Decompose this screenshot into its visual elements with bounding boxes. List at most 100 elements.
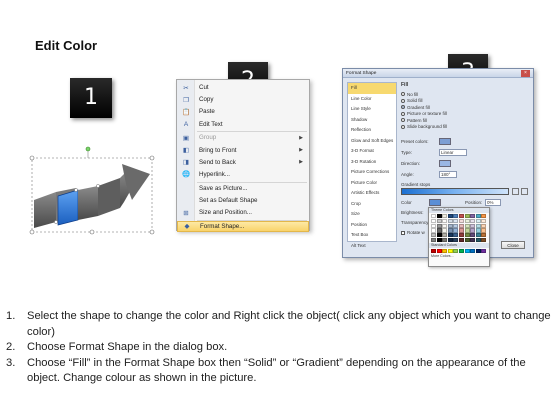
color-swatch[interactable] <box>470 228 476 233</box>
color-swatch[interactable] <box>464 249 470 254</box>
radio-icon[interactable] <box>401 98 405 103</box>
context-menu-item[interactable]: ✂ Cut <box>177 82 309 93</box>
dialog-category-item[interactable]: Size <box>348 209 396 220</box>
color-swatch[interactable] <box>447 237 453 243</box>
context-menu-item[interactable]: ❐ Copy <box>177 94 309 105</box>
color-swatch[interactable] <box>436 223 442 228</box>
direction-button[interactable] <box>439 160 451 167</box>
radio-icon[interactable] <box>401 118 405 123</box>
context-menu-item[interactable]: ▣ Group ▶ <box>177 132 309 143</box>
dialog-category-item[interactable]: Picture Corrections <box>348 167 396 178</box>
color-swatch[interactable] <box>464 233 470 238</box>
color-swatch[interactable] <box>470 233 476 238</box>
add-stop-icon[interactable] <box>512 188 519 195</box>
context-menu-item[interactable]: 📋 Paste <box>177 106 309 117</box>
more-colors-link[interactable]: More Colors... <box>429 254 489 258</box>
color-swatch[interactable] <box>447 218 453 223</box>
theme-colors-grid[interactable] <box>429 213 489 243</box>
color-swatch[interactable] <box>453 218 459 223</box>
color-swatch[interactable] <box>442 218 448 223</box>
context-menu-item[interactable]: A Edit Text <box>177 119 309 130</box>
color-swatch[interactable] <box>481 228 487 233</box>
color-swatch[interactable] <box>431 218 436 223</box>
position-input[interactable]: 0% <box>485 199 501 206</box>
context-menu-item[interactable]: 🌐 Hyperlink... <box>177 169 309 180</box>
color-swatch[interactable] <box>481 223 487 228</box>
color-swatch[interactable] <box>436 237 442 243</box>
color-swatch[interactable] <box>475 214 481 219</box>
dialog-category-item[interactable]: Text Box <box>348 230 396 241</box>
color-swatch[interactable] <box>458 237 464 243</box>
color-swatch[interactable] <box>458 228 464 233</box>
color-swatch[interactable] <box>464 223 470 228</box>
rotate-checkbox[interactable] <box>401 230 405 235</box>
dialog-category-item[interactable]: 3-D Format <box>348 146 396 157</box>
color-swatch[interactable] <box>431 249 436 254</box>
dialog-category-item[interactable]: Glow and Soft Edges <box>348 136 396 147</box>
context-menu-item[interactable]: ⊞ Size and Position... <box>177 207 309 218</box>
color-swatch[interactable] <box>475 237 481 243</box>
dialog-category-item[interactable]: Shadow <box>348 115 396 126</box>
color-swatch[interactable] <box>475 249 481 254</box>
dialog-category-item[interactable]: Fill <box>348 83 396 94</box>
dialog-category-item[interactable]: Crop <box>348 199 396 210</box>
color-swatch[interactable] <box>447 223 453 228</box>
segmented-arrow-icon[interactable] <box>20 140 170 240</box>
color-swatch[interactable] <box>453 249 459 254</box>
radio-icon[interactable] <box>401 105 405 110</box>
dialog-category-item[interactable]: Line Color <box>348 94 396 105</box>
dialog-category-list[interactable]: Fill Line Color Line Style Shadow Reflection… <box>347 82 397 248</box>
radio-icon[interactable] <box>401 92 405 97</box>
color-swatch[interactable] <box>458 218 464 223</box>
context-menu-item[interactable]: Save as Picture... <box>177 183 309 194</box>
color-swatch[interactable] <box>464 214 470 219</box>
color-swatch[interactable] <box>464 218 470 223</box>
dialog-category-item[interactable]: 3-D Rotation <box>348 157 396 168</box>
remove-stop-icon[interactable] <box>521 188 528 195</box>
color-swatch[interactable] <box>447 214 453 219</box>
color-swatch[interactable] <box>447 233 453 238</box>
color-swatch[interactable] <box>431 223 436 228</box>
color-swatch[interactable] <box>453 223 459 228</box>
color-swatch[interactable] <box>436 218 442 223</box>
color-swatch[interactable] <box>442 237 448 243</box>
color-swatch[interactable] <box>447 249 453 254</box>
color-swatch[interactable] <box>453 237 459 243</box>
context-menu-item[interactable]: ◧ Bring to Front ▶ <box>177 145 309 156</box>
color-swatch[interactable] <box>431 233 436 238</box>
color-swatch[interactable] <box>436 249 442 254</box>
color-swatch[interactable] <box>442 249 448 254</box>
dialog-category-item[interactable]: Position <box>348 220 396 231</box>
color-swatch[interactable] <box>442 214 448 219</box>
color-swatch[interactable] <box>442 228 448 233</box>
radio-icon[interactable] <box>401 124 405 129</box>
color-palette-popup[interactable]: Theme Colors Standard Colors More Colors… <box>428 207 490 267</box>
context-menu-item[interactable]: Set as Default Shape <box>177 195 309 206</box>
color-swatch[interactable] <box>436 214 442 219</box>
color-swatch[interactable] <box>436 228 442 233</box>
color-swatch[interactable] <box>470 237 476 243</box>
color-picker-button[interactable] <box>429 199 441 206</box>
context-menu-item[interactable]: ◆ Format Shape... <box>177 220 309 232</box>
context-menu[interactable]: ✂ Cut ❐ Copy 📋 Paste A Edit Text ▣ Group ▶ ◧ Bring t… <box>176 79 310 232</box>
color-swatch[interactable] <box>431 214 436 219</box>
angle-input[interactable]: 180° <box>439 171 457 178</box>
color-swatch[interactable] <box>431 228 436 233</box>
color-swatch[interactable] <box>453 228 459 233</box>
color-swatch[interactable] <box>442 223 448 228</box>
color-swatch[interactable] <box>453 233 459 238</box>
color-swatch[interactable] <box>458 214 464 219</box>
color-swatch[interactable] <box>475 218 481 223</box>
color-swatch[interactable] <box>458 223 464 228</box>
color-swatch[interactable] <box>470 218 476 223</box>
color-swatch[interactable] <box>481 249 487 254</box>
color-swatch[interactable] <box>458 233 464 238</box>
dialog-category-item[interactable]: Line Style <box>348 104 396 115</box>
gradient-stops-bar[interactable] <box>401 188 509 195</box>
color-swatch[interactable] <box>464 228 470 233</box>
color-swatch[interactable] <box>475 228 481 233</box>
radio-icon[interactable] <box>401 111 405 116</box>
color-swatch[interactable] <box>431 237 436 243</box>
close-button[interactable]: Close <box>501 241 525 249</box>
dialog-category-item[interactable]: Artistic Effects <box>348 188 396 199</box>
